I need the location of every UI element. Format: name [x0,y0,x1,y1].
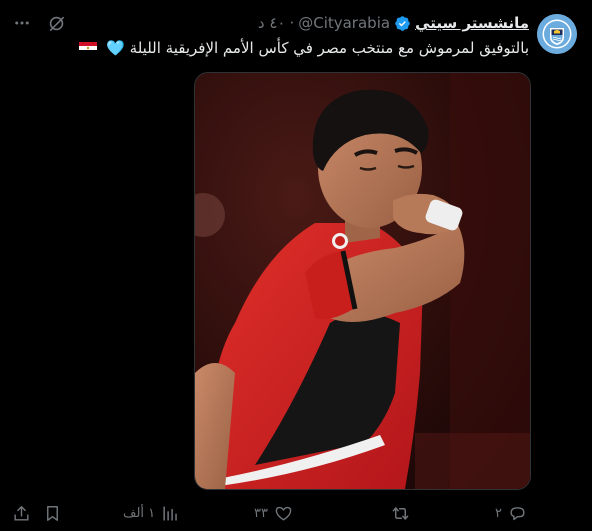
tweet-header: مانشستر سيتي @Cityarabia · ٤٠ د [258,12,529,34]
display-name[interactable]: مانشستر سيتي [415,14,529,32]
egypt-flag-icon [79,42,98,54]
tweet-card[interactable]: مانشستر سيتي @Cityarabia · ٤٠ د بالتوفيق… [0,0,592,531]
reply-icon [510,506,525,520]
more-icon [15,21,29,25]
timestamp[interactable]: ٤٠ د [258,14,286,32]
tweet-photo[interactable] [194,72,531,490]
share-icon [14,505,29,521]
views-count: ١ ألف [123,505,156,521]
man-city-crest-icon [537,14,577,54]
tweet-text: بالتوفيق لمرموش مع منتخب مصر في كأس الأم… [79,38,529,58]
bookmark-button[interactable] [43,500,62,526]
blue-heart-emoji: 🩵 [106,39,125,57]
action-bar: ٢ ٣٣ ١ ألف [0,500,592,526]
views-icon [163,505,177,521]
avatar[interactable] [537,14,577,54]
reply-button[interactable]: ٢ [495,500,527,526]
verified-icon [395,15,410,31]
player-photo [195,73,530,489]
grok-icon [49,16,64,31]
repost-button[interactable] [385,500,410,526]
like-count: ٣٣ [254,505,268,521]
reply-count: ٢ [495,505,502,521]
repost-icon [392,506,409,520]
separator: · [289,14,295,32]
tweet-body: بالتوفيق لمرموش مع منتخب مصر في كأس الأم… [129,39,529,57]
bookmark-icon [47,505,58,521]
tweet-top-actions [12,13,66,33]
like-icon [275,506,292,521]
views-button[interactable]: ١ ألف [123,500,180,526]
like-button[interactable]: ٣٣ [254,500,293,526]
more-button[interactable] [12,13,32,33]
grok-button[interactable] [46,13,66,33]
share-button[interactable] [12,500,31,526]
handle[interactable]: @Cityarabia [298,14,390,32]
